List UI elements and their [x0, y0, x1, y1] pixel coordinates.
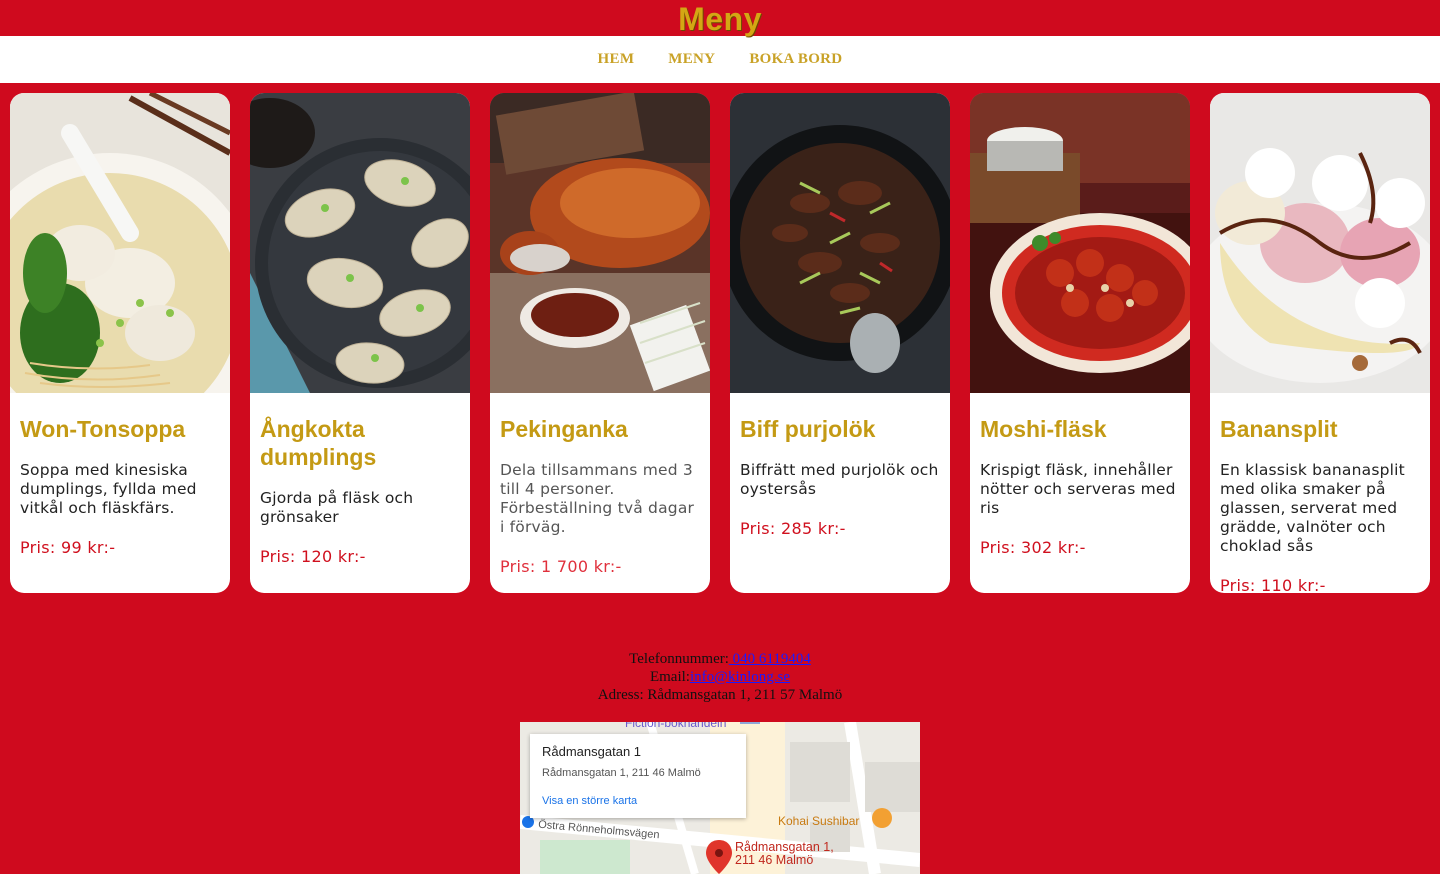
steamed-dumplings-image	[250, 93, 470, 393]
page-title: Meny	[678, 1, 762, 37]
dish-description: En klassisk bananasplit med olika smaker…	[1220, 461, 1405, 555]
dish-description: Dela tillsammans med 3 till 4 personer. …	[500, 461, 695, 536]
email-link[interactable]: info@kinlong.se	[690, 669, 790, 685]
dish-price: Pris: 110 kr:-	[1220, 576, 1326, 593]
main-nav: HEM MENY BOKA BORD	[0, 36, 1440, 83]
nav-home-link[interactable]: HEM	[598, 51, 635, 68]
dish-price: Pris: 120 kr:-	[260, 547, 366, 566]
nav-book-table-link[interactable]: BOKA BORD	[749, 51, 842, 68]
email-line: Email:info@kinlong.se	[0, 668, 1440, 686]
dish-title: Biff purjolök	[740, 416, 876, 442]
poi-label[interactable]: Kohai Sushibar	[778, 814, 859, 828]
beef-leek-image	[730, 93, 950, 393]
menu-card[interactable]: Banansplit En klassisk bananasplit med o…	[1210, 93, 1430, 593]
contact-info: Telefonnummer: 040 6119404 Email:info@ki…	[0, 650, 1440, 704]
banana-split-image	[1210, 93, 1430, 393]
map-card-address: Rådmansgatan 1, 211 46 Malmö	[542, 767, 701, 779]
phone-label: Telefonnummer:	[629, 651, 729, 667]
dish-price: Pris: 1 700 kr:-	[500, 557, 622, 576]
google-map[interactable]: Fiction-bokhandeln Kohai Sushibar Östra …	[520, 722, 920, 874]
moshi-pork-image	[970, 93, 1190, 393]
dish-description: Gjorda på fläsk och grönsaker	[260, 489, 414, 526]
nav-menu-link[interactable]: MENY	[668, 51, 715, 68]
dish-description: Biffrätt med purjolök och oystersås	[740, 461, 939, 498]
dish-price: Pris: 99 kr:-	[20, 538, 116, 557]
dish-price: Pris: 285 kr:-	[740, 519, 846, 538]
poi-label[interactable]: Fiction-bokhandeln	[625, 722, 726, 730]
page-header: Meny	[0, 0, 1440, 37]
map-card-title: Rådmansgatan 1	[542, 744, 642, 759]
dish-description: Soppa med kinesiska dumplings, fyllda me…	[20, 461, 197, 517]
wonton-soup-image	[10, 93, 230, 393]
dish-price: Pris: 302 kr:-	[980, 538, 1086, 557]
peking-duck-image	[490, 93, 710, 393]
phone-link[interactable]: 040 6119404	[729, 651, 811, 667]
menu-card[interactable]: Pekinganka Dela tillsammans med 3 till 4…	[490, 93, 710, 593]
dish-description: Krispigt fläsk, innehåller nötter och se…	[980, 461, 1176, 517]
menu-card[interactable]: Ångkokta dumplings Gjorda på fläsk och g…	[250, 93, 470, 593]
map-info-card: Rådmansgatan 1 Rådmansgatan 1, 211 46 Ma…	[530, 734, 746, 818]
menu-cards: Won-Tonsoppa Soppa med kinesiska dumplin…	[10, 93, 1430, 593]
menu-card[interactable]: Biff purjolök Biffrätt med purjolök och …	[730, 93, 950, 593]
dish-title: Won-Tonsoppa	[20, 416, 186, 442]
menu-card[interactable]: Moshi-fläsk Krispigt fläsk, innehåller n…	[970, 93, 1190, 593]
larger-map-link[interactable]: Visa en större karta	[542, 795, 734, 807]
email-label: Email:	[649, 669, 690, 685]
dish-title: Ångkokta dumplings	[260, 416, 377, 470]
pin-label: Rådmansgatan 1, 211 46 Malmö	[735, 840, 834, 867]
dish-title: Moshi-fläsk	[980, 416, 1107, 442]
phone-line: Telefonnummer: 040 6119404	[0, 650, 1440, 668]
address-line: Adress: Rådmansgatan 1, 211 57 Malmö	[597, 687, 843, 703]
dish-title: Pekinganka	[500, 416, 628, 442]
menu-card[interactable]: Won-Tonsoppa Soppa med kinesiska dumplin…	[10, 93, 230, 593]
dish-title: Banansplit	[1220, 416, 1338, 442]
